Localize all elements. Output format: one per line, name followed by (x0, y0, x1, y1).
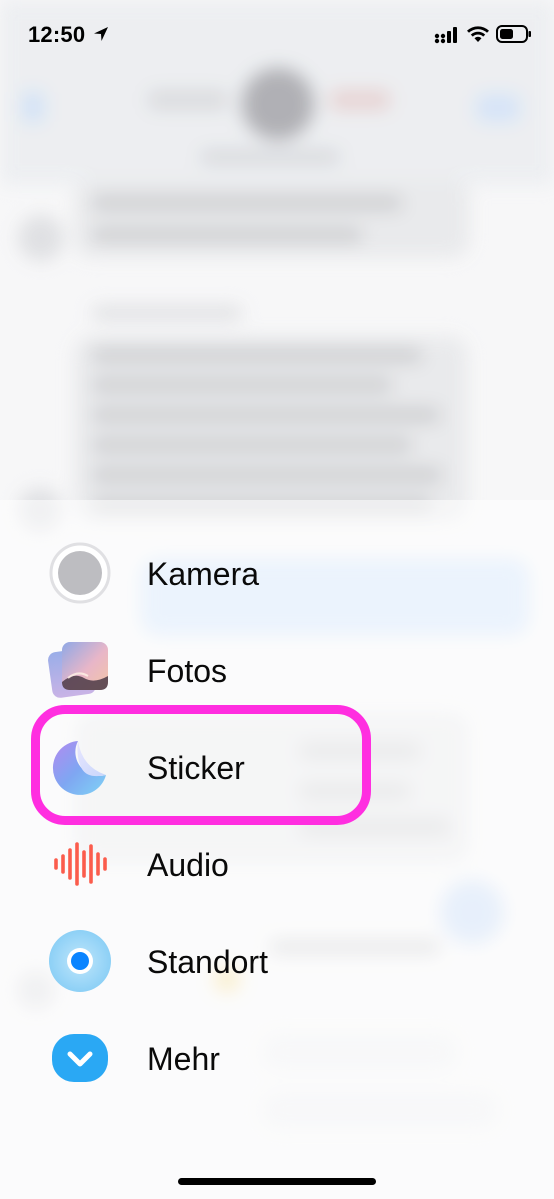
menu-item-label: Fotos (147, 653, 228, 689)
menu-item-kamera[interactable]: Kamera (0, 525, 554, 621)
status-time: 12:50 (28, 22, 86, 47)
message-bubble (74, 180, 470, 258)
photos-icon (48, 642, 108, 698)
message-line (92, 438, 412, 452)
camera-icon (49, 542, 111, 604)
contact-name (200, 150, 340, 164)
location-pin-icon (49, 930, 111, 992)
message-line (92, 196, 402, 210)
message-line (92, 468, 442, 482)
home-indicator[interactable] (178, 1178, 376, 1185)
timestamp (92, 306, 242, 320)
sender-avatar (18, 215, 64, 261)
cellular-signal-icon (434, 27, 457, 44)
menu-item-standort[interactable]: Standort (0, 913, 554, 1009)
menu-item-label: Audio (147, 847, 229, 883)
menu-item-label: Sticker (147, 750, 245, 786)
status-bar: 12:50 (0, 0, 554, 70)
menu-item-label: Standort (147, 944, 268, 980)
message-line (92, 378, 392, 392)
menu-item-label: Mehr (147, 1041, 220, 1077)
message-line (92, 408, 440, 422)
menu-item-label: Kamera (147, 556, 260, 592)
audio-waveform-icon (54, 842, 107, 886)
location-arrow-icon (94, 27, 108, 41)
battery-icon (496, 25, 531, 43)
menu-item-mehr[interactable]: Mehr (0, 1010, 554, 1106)
back-arrow-icon (22, 92, 44, 122)
chevron-down-icon (52, 1034, 108, 1082)
menu-item-sticker[interactable]: Sticker (0, 719, 554, 815)
chat-title-left (148, 90, 228, 110)
sticker-icon (52, 741, 106, 795)
menu-item-fotos[interactable]: Fotos (0, 622, 554, 718)
chat-title-right (330, 90, 390, 110)
message-bubble (74, 336, 468, 522)
contact-avatar (242, 68, 314, 140)
menu-item-audio[interactable]: Audio (0, 816, 554, 912)
message-line (92, 348, 422, 362)
message-line (92, 228, 362, 242)
video-call-icon (476, 94, 520, 122)
wifi-icon (467, 26, 489, 42)
